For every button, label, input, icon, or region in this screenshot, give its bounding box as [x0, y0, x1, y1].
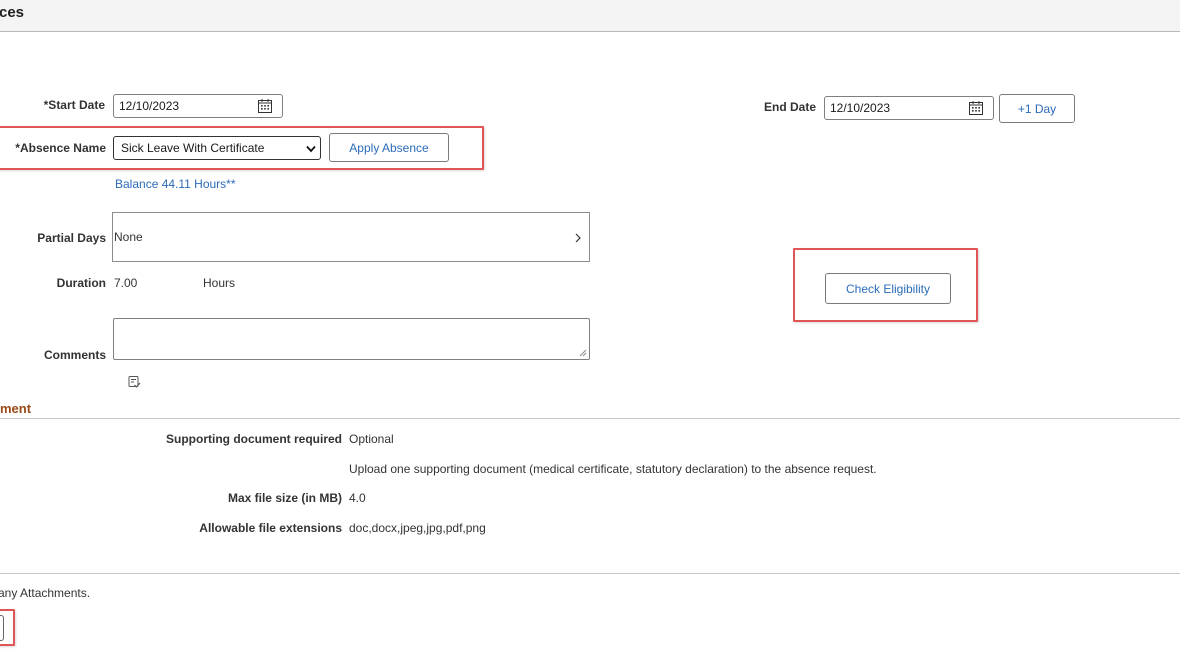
chevron-down-icon — [306, 145, 316, 153]
partial-days-value: None — [114, 230, 143, 244]
page-title: ces — [0, 4, 25, 21]
end-date-value: 12/10/2023 — [830, 101, 891, 115]
upload-instructions: Upload one supporting document (medical … — [349, 462, 877, 476]
apply-absence-button[interactable]: Apply Absence — [329, 133, 449, 162]
attachment-section-title: ment — [0, 401, 32, 416]
check-eligibility-button[interactable]: Check Eligibility — [825, 273, 951, 304]
comments-textarea[interactable] — [113, 318, 590, 360]
partial-days-selector[interactable]: None — [112, 212, 590, 262]
footer-divider — [0, 573, 1180, 574]
partial-days-label: Partial Days — [37, 231, 106, 245]
page-header: ces — [0, 0, 1180, 32]
start-date-field[interactable]: 12/10/2023 — [113, 94, 283, 118]
balance-link[interactable]: Balance 44.11 Hours** — [115, 177, 236, 191]
absence-name-label: *Absence Name — [15, 141, 106, 155]
supporting-doc-label: Supporting document required — [166, 432, 342, 446]
supporting-doc-value: Optional — [349, 432, 394, 446]
start-date-label: *Start Date — [43, 98, 105, 112]
absence-name-value: Sick Leave With Certificate — [121, 141, 265, 155]
calendar-icon[interactable] — [968, 100, 984, 116]
duration-label: Duration — [56, 276, 106, 290]
plus-one-day-button[interactable]: +1 Day — [999, 94, 1075, 123]
duration-value: 7.00 — [114, 276, 138, 290]
file-extensions-value: doc,docx,jpeg,jpg,pdf,png — [349, 521, 486, 535]
attachments-note: any Attachments. — [0, 586, 91, 600]
calendar-icon[interactable] — [257, 98, 273, 114]
max-file-size-value: 4.0 — [349, 491, 366, 505]
comments-label: Comments — [43, 348, 106, 362]
chevron-right-icon — [575, 233, 581, 243]
end-date-label: End Date — [763, 100, 816, 114]
spellcheck-icon[interactable] — [127, 375, 141, 389]
end-date-field[interactable]: 12/10/2023 — [824, 96, 994, 120]
resize-handle-icon[interactable] — [579, 349, 587, 357]
max-file-size-label: Max file size (in MB) — [227, 491, 342, 505]
section-divider — [0, 418, 1180, 419]
duration-unit: Hours — [203, 276, 236, 290]
add-attachment-button[interactable] — [0, 615, 4, 641]
absence-name-select[interactable]: Sick Leave With Certificate — [113, 136, 321, 160]
start-date-value: 12/10/2023 — [119, 99, 180, 113]
file-extensions-label: Allowable file extensions — [199, 521, 342, 535]
